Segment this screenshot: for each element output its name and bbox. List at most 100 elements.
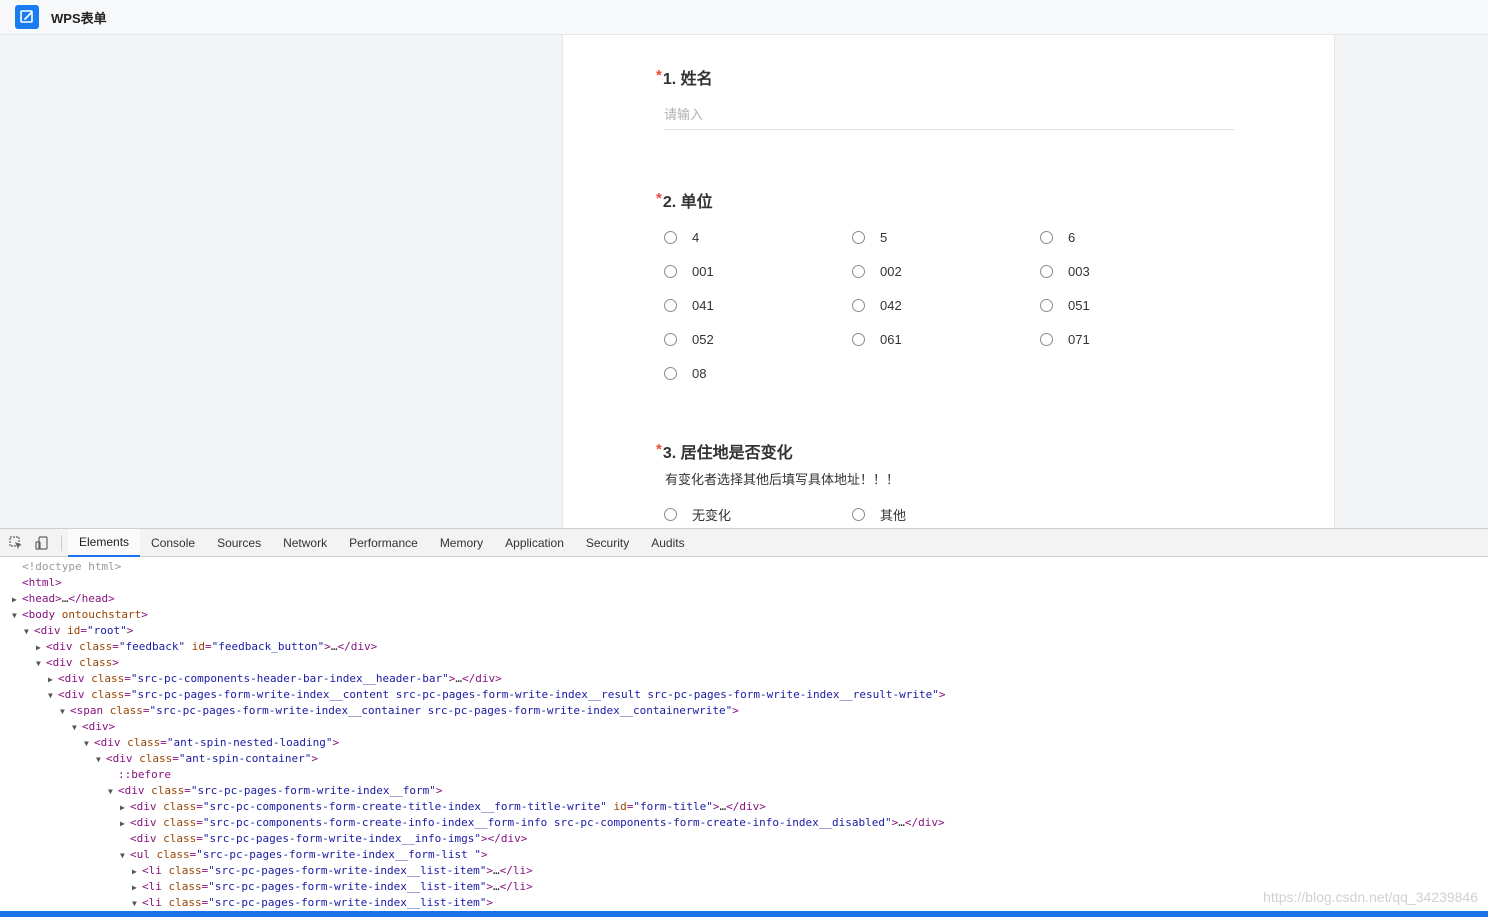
unit-option[interactable]: 041 [664, 298, 714, 313]
unit-option[interactable]: 4 [664, 230, 699, 245]
radio-circle-icon[interactable] [1040, 333, 1053, 346]
radio-circle-icon[interactable] [852, 299, 865, 312]
radio-circle-icon[interactable] [852, 231, 865, 244]
unit-option-label: 4 [692, 230, 700, 245]
expanded-arrow-icon[interactable]: ▼ [96, 752, 106, 768]
unit-option[interactable]: 002 [852, 264, 902, 279]
residence-option-label: 其他 [880, 508, 907, 523]
dom-node-text: <!doctype html> [22, 560, 122, 573]
dom-node-line[interactable]: ▼ <span class="src-pc-pages-form-write-in… [0, 703, 1488, 719]
toolbar-divider [61, 535, 62, 551]
dom-node-line[interactable]: ::before [0, 767, 1488, 783]
dom-node-line[interactable]: ▼ <body ontouchstart> [0, 607, 1488, 623]
selected-node-highlight[interactable] [0, 911, 1488, 917]
required-mark: * [656, 66, 662, 84]
expanded-arrow-icon[interactable]: ▼ [36, 656, 46, 672]
radio-circle-icon[interactable] [664, 367, 677, 380]
question-1-title: * 1. 姓名 [656, 65, 713, 89]
collapsed-arrow-icon[interactable]: ▶ [48, 672, 58, 688]
radio-circle-icon[interactable] [1040, 231, 1053, 244]
tab-application[interactable]: Application [494, 529, 575, 557]
expanded-arrow-icon[interactable]: ▼ [24, 624, 34, 640]
dom-node-line[interactable]: ▶ <div class="src-pc-components-form-crea… [0, 815, 1488, 831]
tab-console[interactable]: Console [140, 529, 206, 557]
unit-option[interactable]: 003 [1040, 264, 1090, 279]
unit-option[interactable]: 08 [664, 366, 706, 381]
app-header: WPS表单 [0, 0, 1488, 35]
dom-tree: <!doctype html> <html> ▶ <head>…</head> ▼ <bo… [0, 557, 1488, 911]
radio-circle-icon[interactable] [852, 508, 865, 521]
radio-circle-icon[interactable] [852, 333, 865, 346]
collapsed-arrow-icon[interactable]: ▶ [120, 816, 130, 832]
dom-node-line[interactable]: ▼ <div id="root"> [0, 623, 1488, 639]
radio-circle-icon[interactable] [1040, 299, 1053, 312]
radio-circle-icon[interactable] [664, 333, 677, 346]
expanded-arrow-icon[interactable]: ▼ [108, 784, 118, 800]
tab-memory[interactable]: Memory [429, 529, 494, 557]
expanded-arrow-icon[interactable]: ▼ [72, 720, 82, 736]
dom-node-line[interactable]: ▶ <head>…</head> [0, 591, 1488, 607]
dom-node-line[interactable]: ▼ <div class="src-pc-pages-form-write-ind… [0, 783, 1488, 799]
residence-option[interactable]: 无变化 [664, 505, 731, 524]
tab-elements[interactable]: Elements [68, 529, 141, 557]
dom-node-text: <li class="src-pc-pages-form-write-index… [142, 896, 494, 909]
unit-option-label: 071 [1068, 332, 1090, 347]
collapsed-arrow-icon[interactable]: ▶ [132, 864, 142, 880]
unit-option[interactable]: 071 [1040, 332, 1090, 347]
unit-option-label: 001 [692, 264, 714, 279]
collapsed-arrow-icon[interactable]: ▶ [132, 880, 142, 896]
radio-circle-icon[interactable] [664, 299, 677, 312]
tab-performance[interactable]: Performance [338, 529, 429, 557]
tab-audits[interactable]: Audits [640, 529, 695, 557]
unit-option[interactable]: 061 [852, 332, 902, 347]
dom-node-line[interactable]: ▶ <div class="feedback" id="feedback_butt… [0, 639, 1488, 655]
dom-node-text: <ul class="src-pc-pages-form-write-index… [130, 848, 488, 861]
dom-node-line[interactable]: ▼ <div> [0, 719, 1488, 735]
name-input[interactable] [664, 100, 1234, 130]
radio-circle-icon[interactable] [664, 265, 677, 278]
radio-circle-icon[interactable] [664, 231, 677, 244]
unit-option-label: 002 [880, 264, 902, 279]
dom-node-line[interactable]: ▼ <div class> [0, 655, 1488, 671]
dom-node-line[interactable]: <!doctype html> [0, 559, 1488, 575]
expanded-arrow-icon[interactable]: ▼ [60, 704, 70, 720]
tab-network[interactable]: Network [272, 529, 338, 557]
collapsed-arrow-icon[interactable]: ▶ [120, 800, 130, 816]
expanded-arrow-icon[interactable]: ▼ [84, 736, 94, 752]
radio-circle-icon[interactable] [664, 508, 677, 521]
expanded-arrow-icon[interactable]: ▼ [48, 688, 58, 704]
expanded-arrow-icon[interactable]: ▼ [132, 896, 142, 912]
dom-node-line[interactable]: ▶ <div class="src-pc-components-header-ba… [0, 671, 1488, 687]
dom-node-text: <div class="src-pc-pages-form-write-inde… [130, 832, 528, 845]
dom-node-text: <head>…</head> [22, 592, 115, 605]
tab-sources[interactable]: Sources [206, 529, 272, 557]
form-edit-icon[interactable] [15, 5, 39, 29]
dom-node-line[interactable]: ▶ <div class="src-pc-components-form-crea… [0, 799, 1488, 815]
expanded-arrow-icon[interactable]: ▼ [120, 848, 130, 864]
dom-node-line[interactable]: ▼ <div class="ant-spin-nested-loading"> [0, 735, 1488, 751]
dom-node-line[interactable]: ▼ <ul class="src-pc-pages-form-write-inde… [0, 847, 1488, 863]
dom-node-text: <li class="src-pc-pages-form-write-index… [142, 864, 533, 877]
dom-node-line[interactable]: ▶ <li class="src-pc-pages-form-write-inde… [0, 863, 1488, 879]
unit-option-label: 003 [1068, 264, 1090, 279]
radio-circle-icon[interactable] [852, 265, 865, 278]
collapsed-arrow-icon[interactable]: ▶ [12, 592, 22, 608]
expanded-arrow-icon[interactable]: ▼ [12, 608, 22, 624]
dom-node-line[interactable]: ▼ <div class="src-pc-pages-form-write-ind… [0, 687, 1488, 703]
unit-option[interactable]: 6 [1040, 230, 1075, 245]
unit-option[interactable]: 042 [852, 298, 902, 313]
dom-node-line[interactable]: <div class="src-pc-pages-form-write-inde… [0, 831, 1488, 847]
radio-circle-icon[interactable] [1040, 265, 1053, 278]
tab-security[interactable]: Security [575, 529, 640, 557]
unit-option[interactable]: 001 [664, 264, 714, 279]
dom-node-line[interactable]: <html> [0, 575, 1488, 591]
form-card: * 1. 姓名 * 2. 单位 4 5 6 001 002 003 041 042 051 052… [562, 35, 1335, 528]
unit-option[interactable]: 051 [1040, 298, 1090, 313]
dom-node-line[interactable]: ▼ <div class="ant-spin-container"> [0, 751, 1488, 767]
unit-option[interactable]: 5 [852, 230, 887, 245]
inspect-element-icon[interactable] [9, 536, 23, 550]
unit-option[interactable]: 052 [664, 332, 714, 347]
residence-option[interactable]: 其他 [852, 505, 906, 524]
collapsed-arrow-icon[interactable]: ▶ [36, 640, 46, 656]
device-toolbar-icon[interactable] [35, 536, 49, 550]
